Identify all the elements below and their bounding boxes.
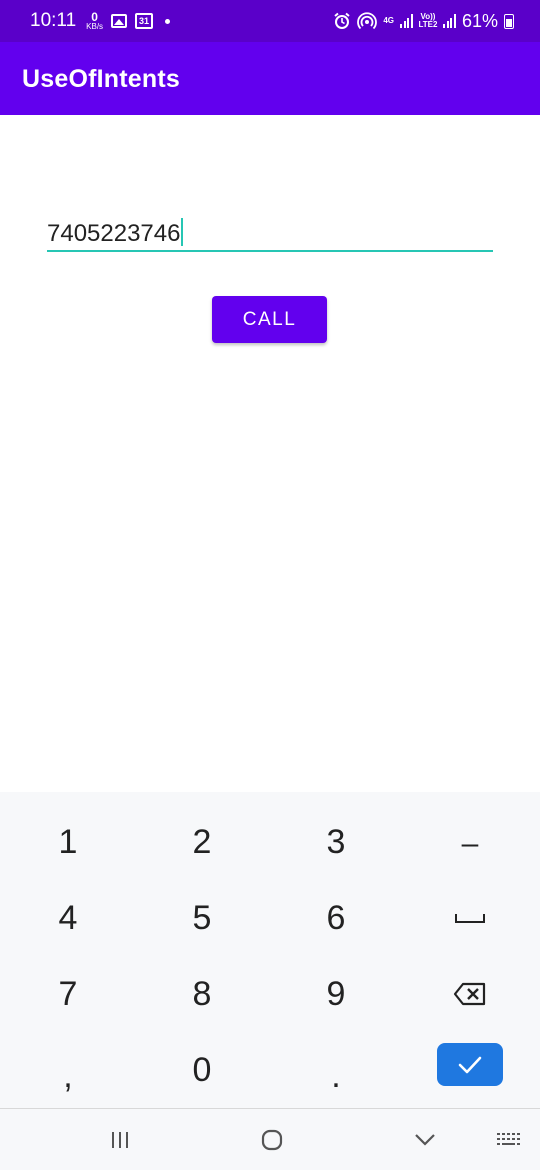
text-cursor [181,218,184,246]
app-bar: UseOfIntents [0,42,540,115]
space-icon [455,914,485,923]
back-icon [415,1134,435,1146]
key-2[interactable]: 2 [152,812,252,872]
status-bar: 10:11 0 KB/s 31 4G Vo)) LTE2 61% [0,0,540,42]
navigation-bar [0,1108,540,1170]
gallery-icon [111,14,128,28]
key-5[interactable]: 5 [152,888,252,948]
checkmark-icon [458,1056,482,1073]
battery-icon [504,13,514,29]
recents-icon [112,1132,128,1148]
done-button[interactable] [437,1043,503,1086]
key-comma[interactable]: , [18,1046,118,1106]
home-icon [261,1129,283,1151]
key-backspace[interactable] [420,964,520,1024]
key-3[interactable]: 3 [286,812,386,872]
calendar-icon: 31 [135,13,154,29]
alarm-icon [334,12,350,29]
key-4[interactable]: 4 [18,888,118,948]
key-8[interactable]: 8 [152,964,252,1024]
status-time: 10:11 [30,10,77,31]
key-minus[interactable]: – [420,814,520,874]
call-button[interactable]: CALL [212,296,327,343]
key-1[interactable]: 1 [18,812,118,872]
status-right: 4G Vo)) LTE2 61% [333,0,514,42]
status-left: 10:11 0 KB/s 31 [30,0,171,42]
hotspot-icon [357,12,378,30]
signal-icon [400,14,413,28]
keyboard-switch-icon [497,1133,520,1145]
phone-number-value[interactable]: 7405223746 [47,218,184,248]
network-speed: 0 KB/s [86,11,103,31]
network-type: 4G [383,16,394,25]
lte-label: LTE2 [418,20,438,29]
key-9[interactable]: 9 [286,964,386,1024]
notification-dot-icon [165,18,171,24]
key-6[interactable]: 6 [286,888,386,948]
volte-indicator: Vo)) LTE2 [419,13,438,29]
recents-button[interactable] [90,1109,150,1170]
signal-2-icon [443,14,456,28]
key-0[interactable]: 0 [152,1040,252,1100]
app-title: UseOfIntents [22,65,180,93]
battery-percent: 61% [461,10,498,31]
phone-number-input[interactable]: 7405223746 [47,210,493,252]
home-button[interactable] [242,1109,302,1170]
key-space[interactable] [420,888,520,948]
phone-number-text: 7405223746 [47,220,181,247]
key-7[interactable]: 7 [18,964,118,1024]
network-speed-unit: KB/s [86,22,104,31]
backspace-icon [453,982,486,1006]
back-button[interactable] [395,1109,455,1170]
key-period[interactable]: . [286,1046,386,1106]
keyboard-switch-button[interactable] [480,1109,540,1170]
